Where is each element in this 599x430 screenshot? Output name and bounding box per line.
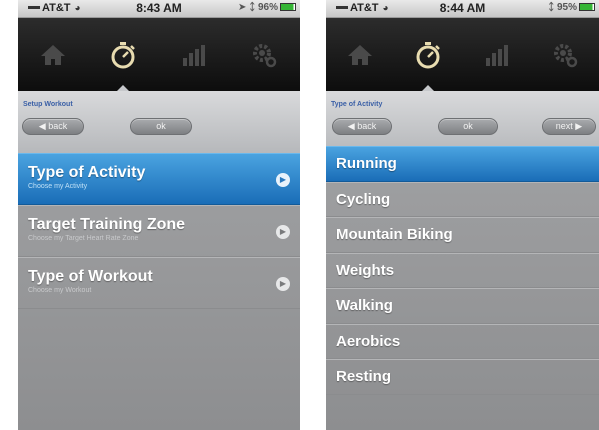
item-title: Type of Activity: [28, 164, 146, 181]
ok-label: ok: [156, 121, 166, 131]
tab-bar: [18, 18, 300, 92]
ok-button[interactable]: ok: [438, 118, 498, 135]
gear-icon: [553, 43, 577, 67]
disclosure-arrow-icon: ▶: [276, 225, 290, 239]
back-button[interactable]: ◀ back: [22, 118, 84, 135]
tab-stats[interactable]: [462, 18, 530, 91]
tab-workout[interactable]: [394, 18, 462, 92]
list-item-mountain-biking[interactable]: Mountain Biking: [326, 217, 599, 253]
ok-button[interactable]: ok: [130, 118, 192, 135]
next-label: next: [555, 121, 573, 131]
next-button[interactable]: next ▶: [542, 118, 596, 135]
tab-home[interactable]: [18, 18, 88, 91]
item-title: Aerobics: [336, 332, 401, 350]
tab-settings[interactable]: [530, 18, 599, 91]
tab-bar: [326, 18, 599, 92]
tab-settings[interactable]: [228, 18, 300, 91]
item-title: Cycling: [336, 190, 391, 208]
list-item-running[interactable]: Running: [326, 146, 599, 182]
back-label: back: [357, 121, 377, 131]
back-label: back: [48, 121, 68, 131]
item-title: Walking: [336, 297, 393, 314]
tab-workout[interactable]: [88, 18, 158, 92]
item-title: Running: [336, 155, 397, 172]
battery-icon: [280, 3, 296, 11]
tab-home[interactable]: [326, 18, 394, 91]
list-item-target-training-zone[interactable]: Target Training Zone Choose my Target He…: [18, 205, 300, 257]
item-title: Resting: [336, 368, 392, 385]
disclosure-arrow-icon: ▶: [276, 277, 290, 291]
back-button[interactable]: ◀ back: [332, 118, 392, 135]
item-title: Type of Workout: [28, 268, 153, 285]
home-icon: [348, 44, 372, 65]
ok-label: ok: [463, 121, 473, 131]
battery-percent: 96%: [257, 2, 278, 13]
status-bar: AT&T ◕ 8:43 AM ➤ ᛨ 96%: [18, 0, 300, 18]
status-bar: AT&T ◕ 8:44 AM ᛨ 95%: [326, 0, 599, 18]
battery-percent: 95%: [556, 2, 577, 13]
list-item-walking[interactable]: Walking: [326, 288, 599, 324]
stopwatch-icon: [111, 41, 135, 68]
bar-chart-icon: [486, 44, 508, 66]
screen-title: Type of Activity: [331, 101, 383, 108]
gear-icon: [253, 43, 277, 67]
bar-chart-icon: [183, 44, 205, 66]
list-item-resting[interactable]: Resting: [326, 359, 599, 395]
item-title: Weights: [336, 261, 395, 279]
sub-header: Setup Workout ◀ back ok: [18, 91, 300, 153]
location-icon: ➤: [238, 2, 247, 13]
status-right: ➤ ᛨ 96%: [238, 2, 296, 13]
list-item-type-of-workout[interactable]: Type of Workout Choose my Workout ▶: [18, 257, 300, 309]
bluetooth-icon: ᛨ: [249, 2, 256, 13]
item-title: Mountain Biking: [336, 226, 453, 243]
stopwatch-icon: [416, 41, 440, 68]
battery-icon: [579, 3, 595, 11]
disclosure-arrow-icon: ▶: [276, 173, 290, 187]
bluetooth-icon: ᛨ: [548, 2, 555, 13]
list-item-type-of-activity[interactable]: Type of Activity Choose my Activity ▶: [18, 153, 300, 205]
setup-options-list: Type of Activity Choose my Activity ▶ Ta…: [18, 153, 300, 309]
setup-workout-screen: AT&T ◕ 8:43 AM ➤ ᛨ 96% Setup Workout ◀ ba…: [18, 0, 300, 430]
list-item-cycling[interactable]: Cycling: [326, 181, 599, 217]
list-item-weights[interactable]: Weights: [326, 252, 599, 288]
tab-stats[interactable]: [158, 18, 228, 91]
list-item-aerobics[interactable]: Aerobics: [326, 323, 599, 359]
item-subtitle: Choose my Target Heart Rate Zone: [28, 235, 139, 242]
home-icon: [41, 44, 65, 65]
sub-header: Type of Activity ◀ back ok next ▶: [326, 91, 599, 153]
item-subtitle: Choose my Activity: [28, 183, 88, 190]
item-subtitle: Choose my Workout: [28, 287, 92, 294]
screen-title: Setup Workout: [23, 101, 73, 108]
type-of-activity-screen: AT&T ◕ 8:44 AM ᛨ 95% Type of Activity ◀ b…: [326, 0, 599, 430]
status-right: ᛨ 95%: [548, 2, 595, 13]
item-title: Target Training Zone: [28, 216, 186, 233]
activity-list: Running Cycling Mountain Biking Weights …: [326, 146, 599, 395]
